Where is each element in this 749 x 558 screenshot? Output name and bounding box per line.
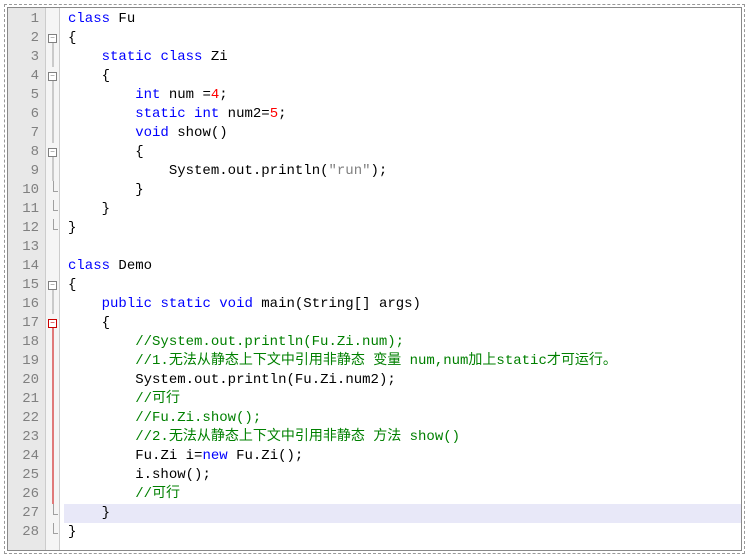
code-editor[interactable]: 1234567891011121314151617181920212223242…: [7, 7, 742, 551]
code-line[interactable]: System.out.println(Fu.Zi.num2);: [64, 371, 741, 390]
code-line[interactable]: //2.无法从静态上下文中引用非静态 方法 show(): [64, 428, 741, 447]
fold-marker[interactable]: −: [46, 143, 59, 162]
code-line[interactable]: {: [64, 67, 741, 86]
line-number: 6: [12, 105, 39, 124]
fold-marker: [46, 105, 59, 124]
code-line[interactable]: }: [64, 181, 741, 200]
line-number: 4: [12, 67, 39, 86]
code-line[interactable]: //可行: [64, 390, 741, 409]
fold-toggle-icon[interactable]: −: [48, 319, 57, 328]
fold-marker: [46, 504, 59, 523]
code-line[interactable]: {: [64, 314, 741, 333]
fold-marker: [46, 219, 59, 238]
code-line[interactable]: }: [64, 219, 741, 238]
fold-marker: [46, 257, 59, 276]
fold-toggle-icon[interactable]: −: [48, 148, 57, 157]
code-line[interactable]: {: [64, 143, 741, 162]
code-line[interactable]: static class Zi: [64, 48, 741, 67]
fold-marker[interactable]: −: [46, 314, 59, 333]
fold-marker: [46, 485, 59, 504]
fold-marker: [46, 48, 59, 67]
code-line[interactable]: public static void main(String[] args): [64, 295, 741, 314]
line-number: 18: [12, 333, 39, 352]
fold-marker: [46, 124, 59, 143]
line-number: 22: [12, 409, 39, 428]
code-line[interactable]: [64, 238, 741, 257]
line-number: 9: [12, 162, 39, 181]
fold-column[interactable]: − − − − −: [46, 8, 60, 550]
code-line[interactable]: class Fu: [64, 10, 741, 29]
line-number: 15: [12, 276, 39, 295]
line-number: 11: [12, 200, 39, 219]
line-number: 17: [12, 314, 39, 333]
line-number: 10: [12, 181, 39, 200]
fold-marker: [46, 371, 59, 390]
code-line[interactable]: }: [64, 504, 741, 523]
code-area[interactable]: class Fu{ static class Zi { int num =4; …: [60, 8, 741, 550]
line-number: 2: [12, 29, 39, 48]
line-number: 3: [12, 48, 39, 67]
fold-marker: [46, 162, 59, 181]
fold-marker: [46, 428, 59, 447]
line-number: 16: [12, 295, 39, 314]
fold-marker: [46, 86, 59, 105]
fold-marker: [46, 390, 59, 409]
code-line[interactable]: System.out.println("run");: [64, 162, 741, 181]
fold-marker: [46, 10, 59, 29]
line-number: 14: [12, 257, 39, 276]
fold-marker: [46, 238, 59, 257]
line-number: 25: [12, 466, 39, 485]
line-number: 21: [12, 390, 39, 409]
fold-toggle-icon[interactable]: −: [48, 72, 57, 81]
code-line[interactable]: class Demo: [64, 257, 741, 276]
code-line[interactable]: int num =4;: [64, 86, 741, 105]
line-number: 13: [12, 238, 39, 257]
code-line[interactable]: //可行: [64, 485, 741, 504]
line-number: 20: [12, 371, 39, 390]
fold-marker: [46, 333, 59, 352]
fold-marker: [46, 181, 59, 200]
code-line[interactable]: Fu.Zi i=new Fu.Zi();: [64, 447, 741, 466]
line-number: 27: [12, 504, 39, 523]
fold-marker: [46, 523, 59, 542]
fold-marker: [46, 352, 59, 371]
fold-marker: [46, 295, 59, 314]
fold-marker: [46, 447, 59, 466]
code-line[interactable]: {: [64, 276, 741, 295]
line-number: 5: [12, 86, 39, 105]
line-number: 28: [12, 523, 39, 542]
code-line[interactable]: //Fu.Zi.show();: [64, 409, 741, 428]
line-number: 12: [12, 219, 39, 238]
line-number: 7: [12, 124, 39, 143]
fold-marker[interactable]: −: [46, 67, 59, 86]
fold-toggle-icon[interactable]: −: [48, 34, 57, 43]
line-number: 23: [12, 428, 39, 447]
fold-marker[interactable]: −: [46, 276, 59, 295]
line-number: 19: [12, 352, 39, 371]
line-number: 26: [12, 485, 39, 504]
code-line[interactable]: static int num2=5;: [64, 105, 741, 124]
code-line[interactable]: //System.out.println(Fu.Zi.num);: [64, 333, 741, 352]
fold-marker: [46, 409, 59, 428]
code-line[interactable]: }: [64, 523, 741, 542]
line-number-gutter: 1234567891011121314151617181920212223242…: [8, 8, 46, 550]
fold-toggle-icon[interactable]: −: [48, 281, 57, 290]
code-line[interactable]: //1.无法从静态上下文中引用非静态 变量 num,num加上static才可运…: [64, 352, 741, 371]
line-number: 1: [12, 10, 39, 29]
fold-marker[interactable]: −: [46, 29, 59, 48]
code-line[interactable]: i.show();: [64, 466, 741, 485]
editor-frame: 1234567891011121314151617181920212223242…: [4, 4, 745, 554]
line-number: 24: [12, 447, 39, 466]
code-line[interactable]: void show(): [64, 124, 741, 143]
code-line[interactable]: }: [64, 200, 741, 219]
code-line[interactable]: {: [64, 29, 741, 48]
line-number: 8: [12, 143, 39, 162]
fold-marker: [46, 200, 59, 219]
fold-marker: [46, 466, 59, 485]
